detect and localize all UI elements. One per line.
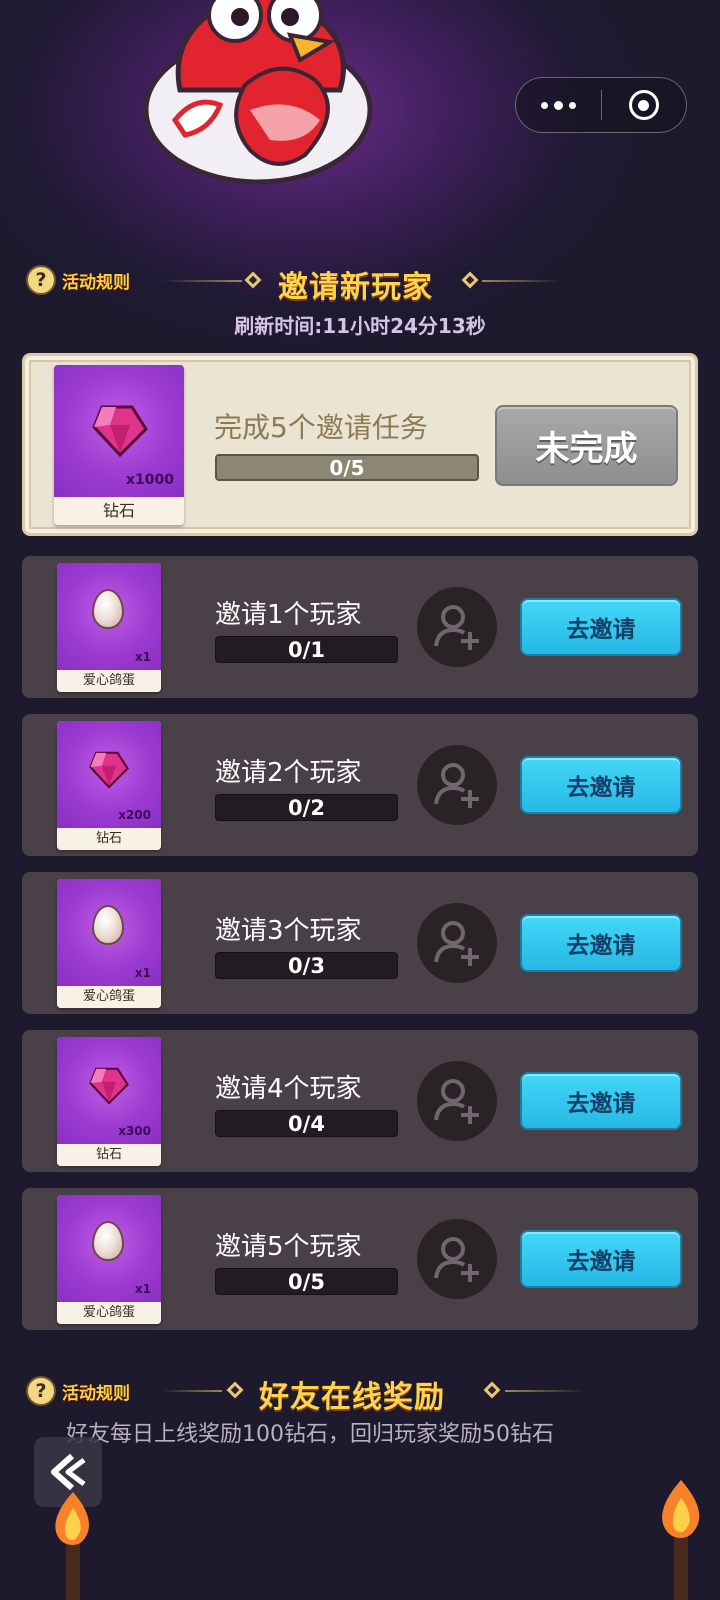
online-reward-description: 好友每日上线奖励100钻石，回归玩家奖励50钻石 xyxy=(66,1422,554,1447)
torch-right-icon xyxy=(662,1480,700,1600)
task-progress-bar: 0/3 xyxy=(215,952,398,979)
reward-art: x1 xyxy=(57,1195,161,1302)
task-progress-bar: 0/4 xyxy=(215,1110,398,1137)
more-dots-icon[interactable] xyxy=(516,78,601,132)
activity-rules-label: 活动规则 xyxy=(62,1383,130,1404)
refresh-countdown: 刷新时间:11小时24分13秒 xyxy=(234,314,486,338)
reward-card[interactable]: x1 爱心鸽蛋 xyxy=(57,1195,161,1324)
torch-left-icon xyxy=(55,1492,89,1600)
reward-art: x200 xyxy=(57,721,161,828)
egg-icon xyxy=(92,905,124,945)
add-friend-icon xyxy=(434,605,479,650)
reward-name: 钻石 xyxy=(57,1144,161,1166)
reward-name: 钻石 xyxy=(54,497,184,525)
reward-name: 爱心鸽蛋 xyxy=(57,670,161,692)
invite-friend-slot[interactable] xyxy=(417,587,497,667)
mini-program-capsule xyxy=(515,77,687,133)
invite-task-row: x1 爱心鸽蛋 邀请1个玩家 0/1 去邀请 xyxy=(22,556,698,698)
task-progress-bar: 0/1 xyxy=(215,636,398,663)
main-task-title: 完成5个邀请任务 xyxy=(214,411,428,444)
activity-rules-link[interactable]: ? 活动规则 xyxy=(26,265,130,295)
invite-friend-slot[interactable] xyxy=(417,745,497,825)
section-title-online-reward: 好友在线奖励 xyxy=(259,1380,445,1415)
gem-icon xyxy=(89,1067,129,1105)
reward-card[interactable]: x200 钻石 xyxy=(57,721,161,850)
reward-name: 爱心鸽蛋 xyxy=(57,986,161,1008)
activity-rules-label: 活动规则 xyxy=(62,272,130,293)
question-icon: ? xyxy=(26,1376,56,1406)
title-divider-right xyxy=(505,1390,585,1392)
reward-name: 爱心鸽蛋 xyxy=(57,1302,161,1324)
reward-card[interactable]: x1 爱心鸽蛋 xyxy=(57,879,161,1008)
go-invite-button[interactable]: 去邀请 xyxy=(520,756,682,814)
target-close-icon[interactable] xyxy=(602,78,686,132)
egg-icon xyxy=(92,1221,124,1261)
pigeon-mascot-image xyxy=(143,0,373,185)
double-chevron-left-icon xyxy=(51,1453,86,1491)
progress-text: 0/1 xyxy=(288,637,325,662)
reward-art: x1 xyxy=(57,879,161,986)
add-friend-icon xyxy=(434,763,479,808)
progress-text: 0/5 xyxy=(329,455,365,480)
reward-quantity: x1 xyxy=(134,1282,151,1296)
add-friend-icon xyxy=(434,1079,479,1124)
diamond-ornament-icon xyxy=(244,271,262,289)
incomplete-status-button[interactable]: 未完成 xyxy=(495,405,678,486)
title-divider-right xyxy=(482,280,562,282)
invite-task-title: 邀请1个玩家 xyxy=(215,600,362,630)
go-invite-button[interactable]: 去邀请 xyxy=(520,1072,682,1130)
reward-quantity: x300 xyxy=(118,1124,151,1138)
progress-text: 0/2 xyxy=(288,795,325,820)
progress-text: 0/4 xyxy=(288,1111,325,1136)
add-friend-icon xyxy=(434,1237,479,1282)
invite-task-row: x200 钻石 邀请2个玩家 0/2 去邀请 xyxy=(22,714,698,856)
invite-friend-slot[interactable] xyxy=(417,903,497,983)
reward-card[interactable]: x300 钻石 xyxy=(57,1037,161,1166)
task-progress-bar: 0/5 xyxy=(215,1268,398,1295)
main-progress-bar: 0/5 xyxy=(215,454,479,481)
title-divider-left xyxy=(162,280,242,282)
invite-task-row: x1 爱心鸽蛋 邀请3个玩家 0/3 去邀请 xyxy=(22,872,698,1014)
reward-quantity: x1 xyxy=(134,650,151,664)
title-divider-left xyxy=(162,1390,222,1392)
reward-art: x1 xyxy=(57,563,161,670)
invite-task-row: x300 钻石 邀请4个玩家 0/4 去邀请 xyxy=(22,1030,698,1172)
add-friend-icon xyxy=(434,921,479,966)
progress-text: 0/5 xyxy=(288,1269,325,1294)
go-invite-button[interactable]: 去邀请 xyxy=(520,914,682,972)
invite-task-title: 邀请4个玩家 xyxy=(215,1074,362,1104)
question-icon: ? xyxy=(26,265,56,295)
reward-name: 钻石 xyxy=(57,828,161,850)
invite-task-row: x1 爱心鸽蛋 邀请5个玩家 0/5 去邀请 xyxy=(22,1188,698,1330)
reward-art: x300 xyxy=(57,1037,161,1144)
activity-rules-link-2[interactable]: ? 活动规则 xyxy=(26,1376,130,1406)
diamond-ornament-icon xyxy=(461,271,479,289)
egg-icon xyxy=(92,589,124,629)
diamond-ornament-icon xyxy=(226,1381,244,1399)
invite-task-title: 邀请5个玩家 xyxy=(215,1232,362,1262)
section-title-invite: 邀请新玩家 xyxy=(278,270,433,305)
invite-task-title: 邀请3个玩家 xyxy=(215,916,362,946)
go-invite-button[interactable]: 去邀请 xyxy=(520,598,682,656)
reward-quantity: x1 xyxy=(134,966,151,980)
diamond-ornament-icon xyxy=(483,1381,501,1399)
reward-art: x1000 xyxy=(54,365,184,497)
reward-quantity: x1000 xyxy=(126,472,174,488)
main-reward-card[interactable]: x1000 钻石 xyxy=(54,365,184,525)
progress-text: 0/3 xyxy=(288,953,325,978)
invite-task-title: 邀请2个玩家 xyxy=(215,758,362,788)
invite-friend-slot[interactable] xyxy=(417,1061,497,1141)
reward-card[interactable]: x1 爱心鸽蛋 xyxy=(57,563,161,692)
task-progress-bar: 0/2 xyxy=(215,794,398,821)
invite-friend-slot[interactable] xyxy=(417,1219,497,1299)
go-invite-button[interactable]: 去邀请 xyxy=(520,1230,682,1288)
gem-icon xyxy=(89,751,129,789)
gem-icon xyxy=(92,405,148,457)
reward-quantity: x200 xyxy=(118,808,151,822)
